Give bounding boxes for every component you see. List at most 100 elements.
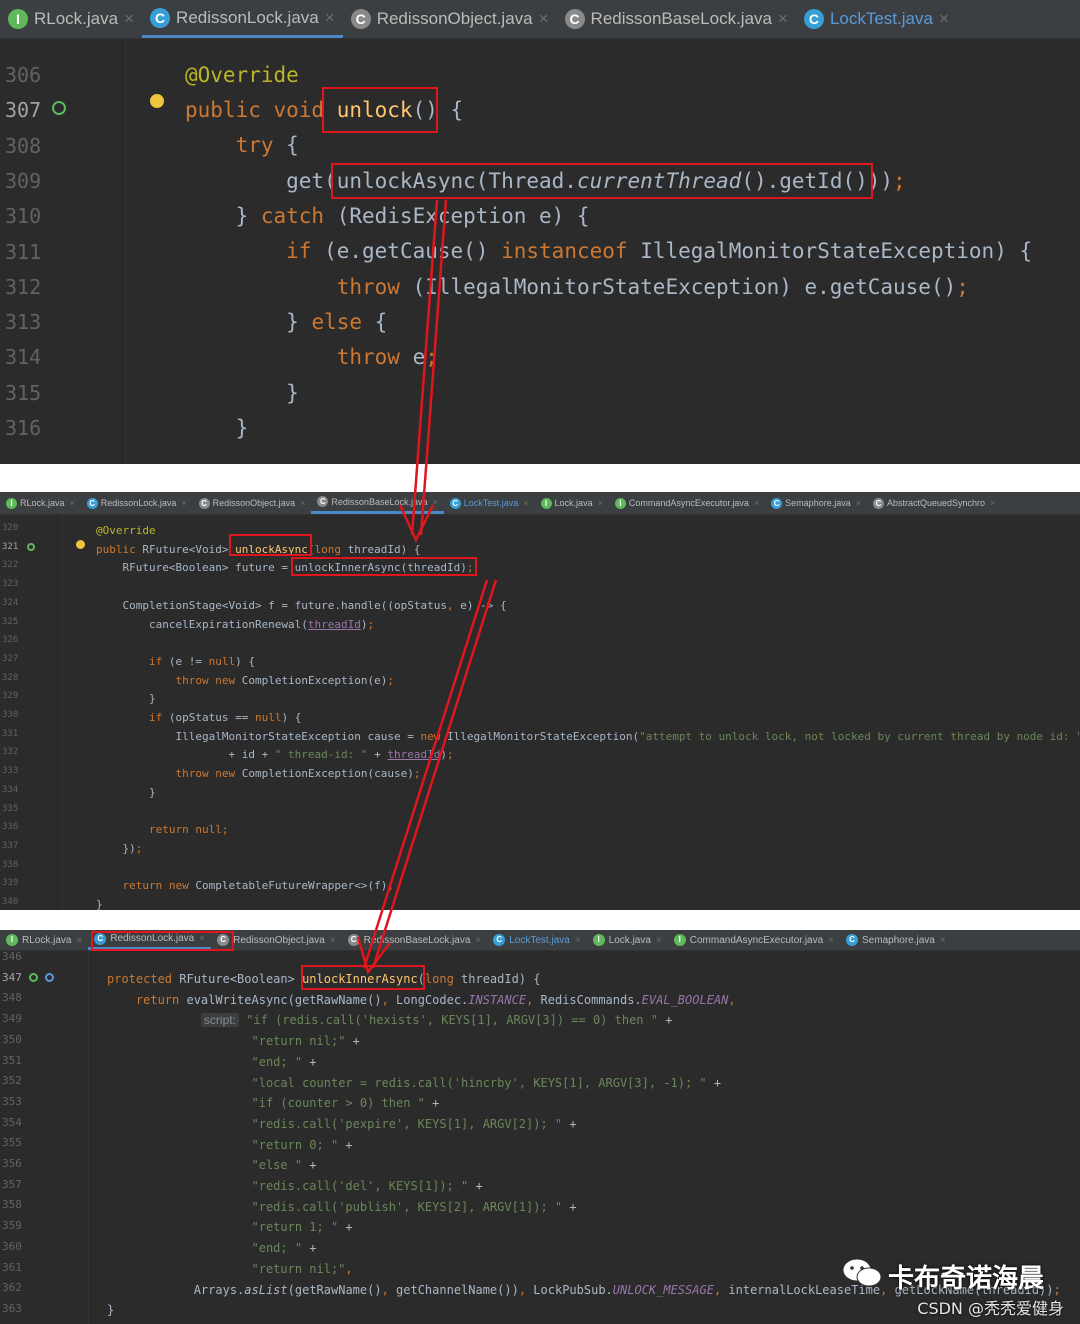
- tab-redissonlock-java[interactable]: C RedissonLock.java ×: [142, 0, 343, 38]
- line-number: 353: [2, 1094, 22, 1108]
- line-number: 336: [2, 822, 19, 833]
- overrides-marker-icon[interactable]: [45, 973, 54, 982]
- close-icon[interactable]: ×: [856, 498, 861, 508]
- tab-redissonlock-java[interactable]: C RedissonLock.java ×: [81, 492, 193, 514]
- tab-label: RedissonLock.java: [100, 498, 177, 508]
- class-icon: C: [771, 497, 783, 509]
- class-icon: C: [846, 934, 859, 946]
- close-icon[interactable]: ×: [939, 9, 949, 29]
- close-icon[interactable]: ×: [656, 935, 662, 946]
- tab-locktest-java[interactable]: C LockTest.java ×: [487, 930, 586, 950]
- tab-label: LockTest.java: [829, 9, 933, 28]
- tab-abstractqueuedsynchro[interactable]: C AbstractQueuedSynchro ×: [867, 492, 1001, 514]
- watermark-title: 卡布奇诺海晨: [887, 1264, 1044, 1294]
- line-number: 322: [2, 560, 19, 571]
- tab-label: RLock.java: [34, 9, 119, 28]
- watermark-subtitle: CSDN @秃秃爱健身: [917, 1299, 1064, 1318]
- tab-redissonobject-java[interactable]: C RedissonObject.java ×: [343, 0, 557, 38]
- implements-marker-icon[interactable]: [29, 973, 38, 982]
- code-line-316: }: [185, 416, 249, 440]
- close-icon[interactable]: ×: [300, 498, 305, 508]
- close-icon[interactable]: ×: [124, 9, 134, 29]
- close-icon[interactable]: ×: [181, 498, 186, 508]
- editor-panel-unlock: I RLock.java × C RedissonLock.java × C Redisson…: [0, 0, 1080, 464]
- code-line-310: } catch (RedisException e) {: [185, 204, 590, 228]
- close-icon[interactable]: ×: [539, 9, 549, 29]
- lightbulb-icon[interactable]: [150, 94, 164, 108]
- close-icon[interactable]: ×: [325, 8, 335, 28]
- line-number: 357: [2, 1177, 22, 1191]
- tab-redissonbaselock-java[interactable]: C RedissonBaseLock.java ×: [342, 930, 488, 950]
- close-icon[interactable]: ×: [432, 497, 437, 507]
- tab-lock-java[interactable]: I Lock.java ×: [587, 930, 668, 950]
- tab-locktest-java[interactable]: C LockTest.java ×: [796, 0, 957, 38]
- tab-rlock-java[interactable]: I RLock.java ×: [0, 492, 81, 514]
- line-number: 330: [2, 710, 19, 720]
- tab-locktest-java[interactable]: C LockTest.java ×: [444, 492, 535, 514]
- tab-label: RedissonBaseLock.java: [363, 934, 471, 946]
- line-number: 306: [5, 63, 42, 87]
- code-block: @Override public RFuture<Void> unlockAsy…: [96, 524, 1080, 910]
- lightbulb-icon[interactable]: [76, 540, 85, 549]
- tab-label: RLock.java: [22, 934, 72, 946]
- wechat-logo-icon: [842, 1258, 882, 1287]
- tab-label: AbstractQueuedSynchro: [886, 498, 986, 508]
- tab-rlock-java[interactable]: I RLock.java ×: [0, 0, 142, 38]
- close-icon[interactable]: ×: [575, 935, 581, 946]
- line-number: 324: [2, 597, 19, 608]
- interface-icon: I: [540, 497, 552, 509]
- abstract-class-icon: C: [872, 497, 884, 509]
- class-icon: C: [449, 497, 461, 509]
- implements-marker-icon[interactable]: [27, 543, 35, 551]
- editor-tab-bar: I RLock.java × C RedissonLock.java × C Redisson…: [0, 0, 1080, 39]
- close-icon[interactable]: ×: [76, 935, 82, 946]
- line-number: 312: [5, 274, 42, 299]
- line-number: 349: [2, 1012, 22, 1026]
- close-icon[interactable]: ×: [778, 9, 788, 29]
- line-number: 307: [5, 98, 42, 123]
- line-number: 326: [2, 635, 19, 646]
- close-icon[interactable]: ×: [990, 498, 995, 508]
- close-icon[interactable]: ×: [70, 498, 75, 508]
- line-number: 328: [2, 672, 19, 683]
- code-line-313: } else {: [185, 310, 388, 334]
- close-icon[interactable]: ×: [330, 935, 336, 946]
- line-number: 339: [2, 878, 19, 889]
- line-number: 314: [5, 345, 42, 370]
- tab-semaphore-java[interactable]: C Semaphore.java ×: [765, 492, 867, 514]
- line-number: 361: [2, 1260, 22, 1274]
- close-icon[interactable]: ×: [754, 498, 759, 508]
- interface-icon: I: [673, 934, 686, 946]
- close-icon[interactable]: ×: [475, 935, 481, 946]
- interface-icon: I: [592, 934, 605, 946]
- code-line-312: throw (IllegalMonitorStateException) e.g…: [336, 275, 969, 299]
- tab-semaphore-java[interactable]: C Semaphore.java ×: [840, 930, 952, 950]
- close-icon[interactable]: ×: [940, 935, 946, 946]
- implements-marker-icon[interactable]: [52, 101, 66, 115]
- tab-label: Lock.java: [608, 934, 651, 946]
- tab-label: Lock.java: [554, 498, 593, 508]
- close-icon[interactable]: ×: [828, 935, 834, 946]
- line-number: 315: [5, 380, 42, 405]
- tab-redissonobject-java[interactable]: C RedissonObject.java ×: [193, 492, 312, 514]
- close-icon[interactable]: ×: [598, 498, 603, 508]
- tab-commandasyncexecutor-java[interactable]: I CommandAsyncExecutor.java ×: [668, 930, 840, 950]
- highlight-unlockAsync: [229, 534, 312, 556]
- tab-redissonbaselock-java[interactable]: C RedissonBaseLock.java ×: [557, 0, 796, 38]
- tab-label: RLock.java: [20, 498, 65, 508]
- tab-redissonbaselock-java[interactable]: C RedissonBaseLock.java ×: [311, 492, 444, 514]
- class-icon: C: [493, 934, 506, 946]
- line-number: 308: [5, 133, 42, 158]
- tab-rlock-java[interactable]: I RLock.java ×: [0, 930, 88, 950]
- highlight-unlockInnerAsync: [301, 965, 425, 990]
- tab-commandasyncexecutor-java[interactable]: I CommandAsyncExecutor.java ×: [609, 492, 765, 514]
- close-icon[interactable]: ×: [523, 498, 528, 508]
- tab-label: RedissonBaseLock.java: [590, 9, 772, 28]
- code-line-311: if (e.getCause() instanceof IllegalMonit…: [286, 239, 1033, 263]
- line-number: 351: [2, 1053, 22, 1067]
- interface-icon: I: [6, 497, 17, 509]
- highlight-unlockAsync-call: [331, 163, 873, 199]
- tab-label: Semaphore.java: [785, 498, 851, 508]
- tab-lock-java[interactable]: I Lock.java ×: [535, 492, 609, 514]
- editor-tab-bar: I RLock.java × C RedissonLock.java × C Redisson…: [0, 492, 1080, 515]
